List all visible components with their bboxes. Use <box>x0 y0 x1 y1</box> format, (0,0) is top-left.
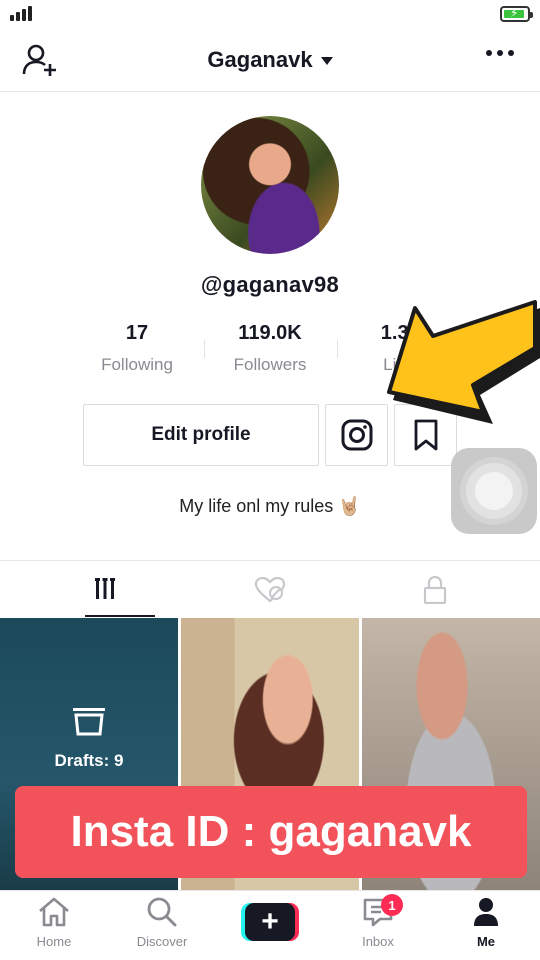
lock-icon <box>423 576 447 604</box>
trash-icon <box>73 708 105 736</box>
insta-id-banner: Insta ID : gaganavk <box>15 786 527 878</box>
instagram-button[interactable] <box>325 404 388 466</box>
instagram-icon <box>341 419 372 451</box>
following-count: 17 <box>125 322 149 344</box>
nav-me[interactable]: Me <box>441 897 531 957</box>
bottom-nav: Home Discover + 1 Inbox Me <box>0 890 540 960</box>
edit-profile-button[interactable]: Edit profile <box>83 404 319 466</box>
content-tabs <box>0 560 540 618</box>
assistive-touch-button[interactable] <box>451 448 537 534</box>
nav-me-label: Me <box>476 934 496 949</box>
page-title: Gaganavk <box>207 47 313 72</box>
status-bar: ⚡ <box>0 0 540 30</box>
home-icon <box>39 897 69 927</box>
bio-text: My life onl my rules 🤘🏼 <box>179 496 361 516</box>
nav-home-label: Home <box>36 934 72 949</box>
arrow-overlay-icon <box>387 300 540 424</box>
drafts-label: Drafts: 9 <box>54 751 124 770</box>
inbox-badge: 1 <box>381 894 403 916</box>
nav-discover[interactable]: Discover <box>117 897 207 957</box>
username: @gaganav98 <box>200 272 340 297</box>
more-options-icon[interactable] <box>486 50 514 56</box>
nav-home[interactable]: Home <box>9 897 99 957</box>
profile-icon <box>474 898 498 926</box>
following-label: Following <box>101 355 173 374</box>
search-icon <box>147 897 177 927</box>
following-stat[interactable]: 17 Following <box>70 322 204 375</box>
chevron-down-icon <box>320 57 333 66</box>
tab-videos[interactable] <box>15 561 195 619</box>
nav-discover-label: Discover <box>136 934 188 949</box>
avatar[interactable] <box>201 116 339 254</box>
battery-icon: ⚡ <box>500 6 533 22</box>
followers-label: Followers <box>233 355 307 374</box>
followers-stat[interactable]: 119.0K Followers <box>203 322 337 375</box>
account-switcher[interactable]: Gaganavk <box>0 47 540 73</box>
nav-inbox[interactable]: 1 Inbox <box>333 894 423 957</box>
followers-count: 119.0K <box>238 322 302 344</box>
plus-icon: + <box>245 903 295 941</box>
signal-icon <box>10 6 32 21</box>
create-button[interactable]: + <box>241 903 299 941</box>
profile-header: Gaganavk <box>0 30 540 92</box>
hidden-heart-icon <box>255 577 285 603</box>
tab-liked[interactable] <box>180 561 360 619</box>
grid-icon <box>95 578 115 599</box>
nav-inbox-label: Inbox <box>362 934 394 949</box>
tab-private[interactable] <box>345 561 525 619</box>
